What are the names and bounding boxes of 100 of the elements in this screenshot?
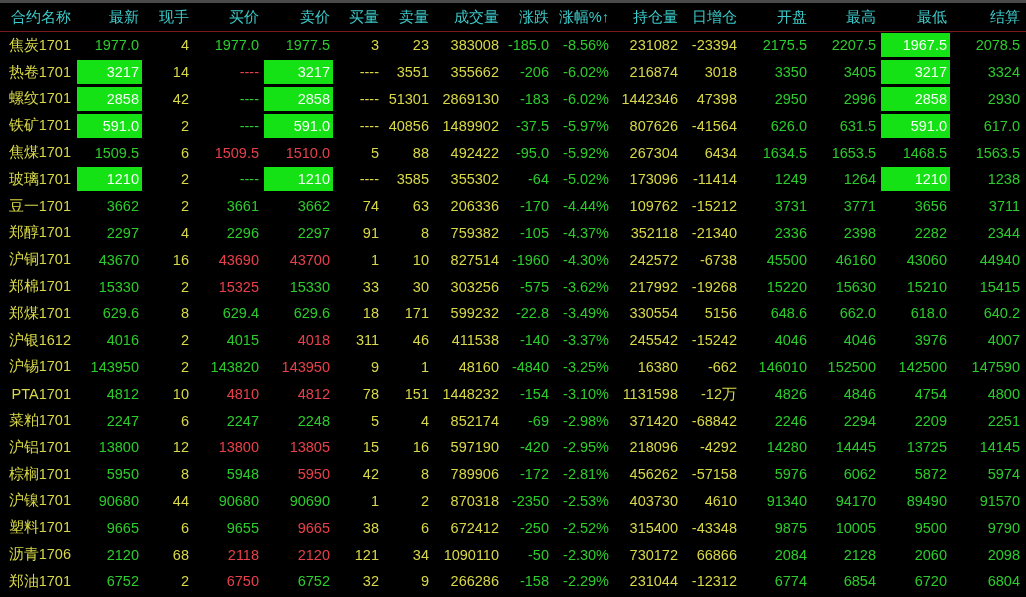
table-cell-text: -23394	[690, 36, 738, 56]
table-cell-text: 8	[179, 465, 190, 485]
table-cell-text: 618.0	[909, 304, 948, 324]
table-cell-text: 8	[419, 223, 430, 243]
table-cell-text: 15220	[765, 277, 808, 297]
table-cell-text: 2128	[842, 545, 877, 565]
column-header[interactable]: 最低	[879, 7, 950, 27]
table-cell: 3217	[264, 60, 333, 85]
table-cell-text: -6.02%	[562, 90, 610, 109]
table-cell-text: 5950	[105, 465, 140, 485]
table-cell-text: 371420	[628, 411, 679, 431]
column-header[interactable]: 涨跌	[502, 7, 552, 27]
table-cell-text: 6752	[105, 572, 140, 592]
table-cell-text: 3731	[773, 197, 808, 217]
table-cell-text: 9790	[986, 518, 1021, 538]
table-cell-text: ----	[238, 90, 260, 109]
table-cell-text: -662	[706, 357, 738, 377]
table-cell-text: 91	[361, 223, 380, 243]
contract-name: 郑醇1701	[7, 223, 72, 243]
column-header[interactable]: 持仓量	[612, 7, 681, 27]
column-header[interactable]: 成交量	[432, 7, 502, 27]
table-cell-text: 4015	[225, 331, 260, 351]
table-cell-text: 267304	[628, 143, 679, 163]
table-cell-text: 2297	[105, 223, 140, 243]
table-cell-text: 6	[179, 411, 190, 431]
column-header[interactable]: 日增仓	[681, 7, 740, 27]
table-cell: 2858	[881, 87, 950, 111]
column-header[interactable]: 合约名称	[0, 7, 75, 27]
table-cell-text: -3.10%	[562, 384, 610, 404]
table-cell-text: -41564	[690, 116, 738, 136]
table-cell-text: 1448232	[441, 384, 500, 404]
contract-name: 焦煤1701	[7, 143, 72, 163]
table-cell-text: 43670	[97, 250, 140, 270]
table-cell-text: 2248	[296, 411, 331, 431]
table-cell-text: 1264	[842, 170, 877, 190]
column-header[interactable]: 最新	[75, 7, 142, 27]
table-cell-text: 4826	[773, 384, 808, 404]
table-cell-text: 492422	[449, 143, 500, 163]
table-cell-text: ----	[238, 116, 260, 136]
table-cell-text: 2294	[842, 411, 877, 431]
table-cell-text: 456262	[628, 465, 679, 485]
table-cell-text: -21340	[690, 223, 738, 243]
table-cell-text: 1563.5	[974, 143, 1021, 163]
table-cell-text: 44	[171, 491, 190, 511]
table-cell-text: 1442346	[620, 90, 679, 109]
table-cell-text: 16	[171, 250, 190, 270]
table-cell-text: 2	[179, 572, 190, 592]
table-cell-text: 3	[369, 36, 380, 56]
column-header[interactable]: 买量	[333, 7, 382, 27]
contract-name: 沪铜1701	[7, 250, 72, 270]
contract-name: 塑料1701	[7, 518, 72, 538]
table-cell-text: 32	[361, 572, 380, 592]
column-header[interactable]: 最高	[810, 7, 879, 27]
table-cell-text: 9655	[225, 518, 260, 538]
table-cell-text: 13805	[288, 438, 331, 458]
table-cell-text: 599232	[449, 304, 500, 324]
table-cell-text: 142500	[897, 357, 948, 377]
column-header[interactable]: 卖量	[382, 7, 432, 27]
table-cell-text: 4846	[842, 384, 877, 404]
table-cell-text: 14	[171, 63, 190, 83]
table-cell-text: 2282	[913, 223, 948, 243]
table-cell-text: 88	[411, 143, 430, 163]
table-cell-text: 3661	[225, 197, 260, 217]
column-header[interactable]: 买价	[192, 7, 262, 27]
contract-name: 郑煤1701	[7, 303, 72, 323]
column-header[interactable]: 开盘	[740, 7, 810, 27]
table-cell-text: 15630	[834, 277, 877, 297]
table-cell-text: -57158	[690, 465, 738, 485]
table-cell: 2858	[77, 87, 142, 111]
table-cell-text: 68	[171, 545, 190, 565]
table-cell-text: 3018	[703, 63, 738, 83]
table-cell-text: 13725	[905, 438, 948, 458]
table-cell-text: 147590	[970, 357, 1021, 377]
table-cell-text: 2251	[986, 411, 1021, 431]
table-cell-text: ----	[358, 90, 380, 109]
table-cell-text: 2098	[986, 545, 1021, 565]
table-cell-text: 9665	[296, 518, 331, 538]
table-cell-text: 352118	[629, 223, 679, 243]
table-cell-text: -183	[518, 90, 550, 109]
table-cell-text: 730172	[628, 545, 679, 565]
table-cell-text: 2950	[773, 90, 808, 109]
table-cell-text: 5156	[703, 304, 738, 324]
table-cell: 1210	[264, 167, 333, 192]
table-cell-text: 33	[361, 277, 380, 297]
table-cell-text: 2996	[842, 90, 877, 109]
contract-name: 郑油1701	[7, 571, 72, 591]
table-cell-text: -154	[518, 384, 550, 404]
table-cell-text: 15	[361, 438, 380, 458]
column-header[interactable]: 涨幅%↑	[552, 7, 612, 27]
table-cell-text: 10	[171, 384, 190, 404]
column-header[interactable]: 结算	[950, 7, 1026, 27]
table-cell-text: 3656	[913, 197, 948, 217]
table-cell-text: 827514	[449, 250, 500, 270]
table-cell-text: 9665	[105, 518, 140, 538]
column-header[interactable]: 现手	[142, 7, 192, 27]
contract-name: 热卷1701	[7, 62, 72, 82]
table-cell-text: 2336	[773, 223, 808, 243]
column-header[interactable]: 卖价	[262, 7, 333, 27]
table-cell-text: 3551	[395, 63, 430, 83]
table-cell-text: 89490	[905, 491, 948, 511]
